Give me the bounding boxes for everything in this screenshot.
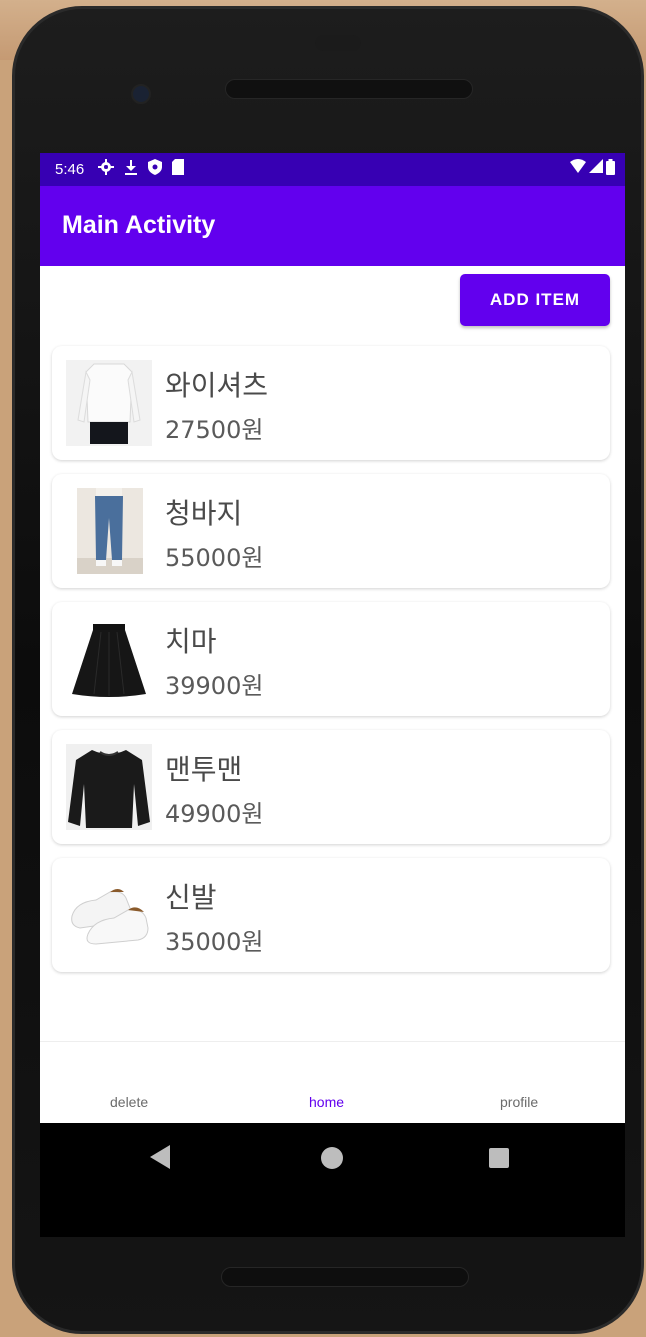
- jeans-image: [77, 488, 143, 574]
- item-name: 와이셔츠: [165, 369, 269, 402]
- system-navigation-bar: [40, 1123, 625, 1237]
- item-name: 청바지: [165, 497, 243, 530]
- signal-icon: [589, 159, 603, 173]
- skirt-image: [66, 616, 152, 702]
- item-price: 49900원: [165, 800, 264, 828]
- recents-icon[interactable]: [489, 1148, 509, 1168]
- sd-card-icon: [172, 159, 184, 175]
- gear-icon: [98, 159, 114, 175]
- list-item[interactable]: 와이셔츠 27500원: [52, 346, 610, 460]
- status-time: 5:46: [55, 161, 85, 178]
- nav-home[interactable]: home: [309, 1094, 344, 1110]
- item-price: 55000원: [165, 544, 264, 572]
- list-item[interactable]: 치마 39900원: [52, 602, 610, 716]
- back-icon[interactable]: [150, 1145, 170, 1169]
- home-icon[interactable]: [321, 1147, 343, 1169]
- shirt-image: [66, 360, 152, 446]
- item-name: 치마: [165, 625, 217, 658]
- status-system-icons: [570, 159, 615, 175]
- wifi-icon: [570, 159, 586, 173]
- bottom-navigation: delete home profile: [40, 1041, 625, 1124]
- shield-icon: [148, 159, 162, 175]
- top-sensor: [315, 35, 361, 51]
- nav-profile[interactable]: profile: [500, 1094, 538, 1110]
- earpiece-speaker: [225, 79, 473, 99]
- app-bar: Main Activity: [40, 186, 625, 266]
- list-item[interactable]: 청바지 55000원: [52, 474, 610, 588]
- list-item[interactable]: 신발 35000원: [52, 858, 610, 972]
- battery-icon: [606, 159, 615, 175]
- page-title: Main Activity: [62, 211, 216, 239]
- front-camera: [131, 84, 151, 104]
- app-screen: 5:46 Main Activity ADD ITEM 와이셔츠 27500원 …: [40, 153, 625, 1237]
- status-notification-icons: [98, 159, 184, 175]
- download-icon: [125, 160, 137, 175]
- add-item-button[interactable]: ADD ITEM: [460, 274, 610, 326]
- item-price: 39900원: [165, 672, 264, 700]
- item-price: 35000원: [165, 928, 264, 956]
- item-name: 신발: [165, 881, 217, 914]
- item-name: 맨투맨: [165, 753, 243, 786]
- list-item[interactable]: 맨투맨 49900원: [52, 730, 610, 844]
- item-price: 27500원: [165, 416, 264, 444]
- bottom-speaker: [221, 1267, 469, 1287]
- sweatshirt-image: [66, 744, 152, 830]
- nav-delete[interactable]: delete: [110, 1094, 148, 1110]
- status-bar: 5:46: [40, 153, 625, 186]
- sneakers-image: [66, 872, 152, 958]
